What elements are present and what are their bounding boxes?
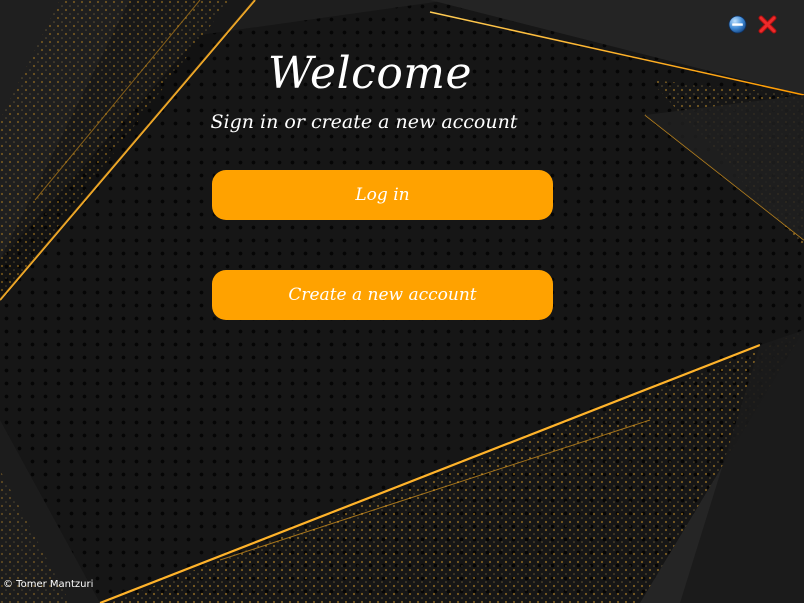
close-button[interactable] xyxy=(758,15,777,34)
login-button[interactable]: Log in xyxy=(212,170,553,220)
create-account-button[interactable]: Create a new account xyxy=(212,270,553,320)
minimize-icon xyxy=(728,15,747,34)
copyright-text: © Tomer Mantzuri xyxy=(3,579,94,590)
close-icon xyxy=(758,15,777,34)
page-title: Welcome xyxy=(267,48,473,99)
page-subtitle: Sign in or create a new account xyxy=(210,111,518,133)
welcome-window: Welcome Sign in or create a new account … xyxy=(0,0,804,603)
minimize-button[interactable] xyxy=(728,15,747,34)
